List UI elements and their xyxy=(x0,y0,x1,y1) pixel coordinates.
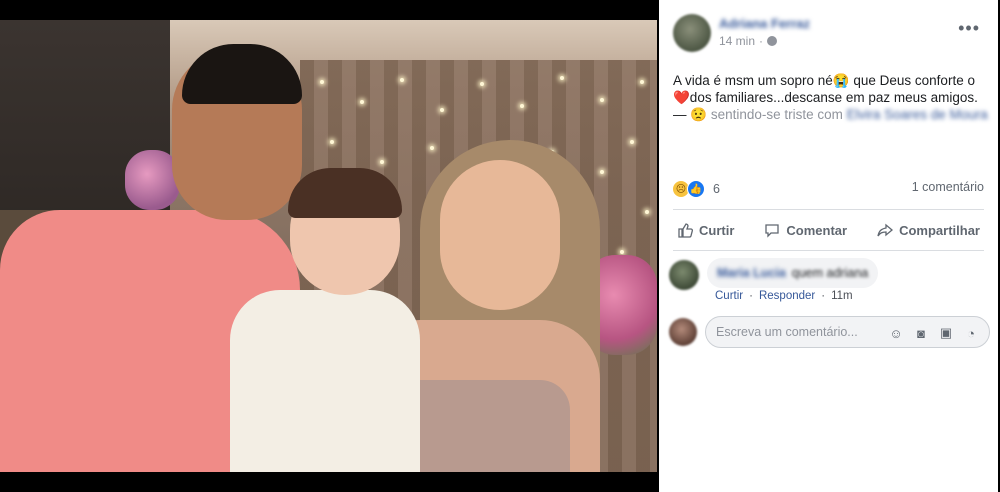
comment-actions: Curtir · Responder · 11m xyxy=(715,290,853,302)
author-name[interactable]: Adriana Ferraz xyxy=(719,16,810,31)
post-actions: Curtir Comentar Compartilhar xyxy=(673,216,984,244)
comment-label: Comentar xyxy=(786,222,848,238)
share-icon xyxy=(877,223,894,237)
thumbs-up-icon xyxy=(678,223,693,238)
current-user-avatar xyxy=(669,318,697,346)
separator: · xyxy=(749,290,753,302)
globe-icon[interactable] xyxy=(767,36,778,46)
author-avatar[interactable] xyxy=(673,14,711,52)
comment-input-placeholder: Escreva um comentário... xyxy=(716,325,858,339)
feeling-emoji-icon: 😟 xyxy=(690,107,708,122)
comment-reply-link[interactable]: Responder xyxy=(759,290,815,302)
post-text: A vida é msm um sopro né😭 que Deus confo… xyxy=(673,72,988,123)
commenter-avatar[interactable] xyxy=(669,260,699,290)
post-photo[interactable] xyxy=(0,20,657,472)
person-baby-dress xyxy=(230,290,420,472)
like-reaction-icon: 👍 xyxy=(687,180,705,198)
more-icon[interactable]: ••• xyxy=(958,18,980,39)
comment-composer: Escreva um comentário... ☺ ◙ ▣ ◔ xyxy=(669,314,990,350)
comment-button[interactable]: Comentar xyxy=(760,222,851,238)
share-button[interactable]: Compartilhar xyxy=(873,222,984,238)
reactions-summary[interactable]: ☹ 👍 6 xyxy=(673,180,720,198)
post-stats: ☹ 👍 6 1 comentário xyxy=(673,180,984,200)
person-man-hair xyxy=(182,44,302,104)
person-woman-face xyxy=(440,160,560,310)
divider xyxy=(673,209,984,210)
comment-input[interactable]: Escreva um comentário... ☺ ◙ ▣ ◔ xyxy=(705,316,990,348)
share-label: Compartilhar xyxy=(899,222,980,238)
post-timestamp[interactable]: 14 min xyxy=(719,34,755,48)
person-baby-hair xyxy=(288,168,402,218)
post-meta: 14 min · xyxy=(719,34,778,48)
comment-text: quem adriana xyxy=(791,266,869,280)
emoji-icon[interactable]: ☺ xyxy=(888,325,904,341)
comments-count[interactable]: 1 comentário xyxy=(912,180,984,194)
post-header: Adriana Ferraz 14 min · ••• xyxy=(673,14,988,58)
separator: · xyxy=(821,290,826,302)
feeling-text: sentindo-se triste com xyxy=(710,107,843,122)
comment-bubble: Maria Lucia quem adriana xyxy=(707,258,879,288)
gif-icon[interactable]: ▣ xyxy=(938,325,954,341)
tagged-person[interactable]: Elvira Soares de Moura xyxy=(847,107,988,122)
commenter-name[interactable]: Maria Lucia xyxy=(717,266,786,280)
like-button[interactable]: Curtir xyxy=(673,222,738,238)
comment-item: Maria Lucia quem adriana Curtir · Respon… xyxy=(669,258,988,308)
composer-icons: ☺ ◙ ▣ ◔ xyxy=(888,325,979,341)
camera-icon[interactable]: ◙ xyxy=(913,325,929,341)
comment-icon xyxy=(765,224,780,238)
reactions-count: 6 xyxy=(713,182,720,196)
post-panel: Adriana Ferraz 14 min · ••• A vida é msm… xyxy=(659,0,998,492)
divider xyxy=(673,250,984,251)
sticker-icon[interactable]: ◔ xyxy=(963,325,979,341)
meta-separator: · xyxy=(759,34,764,48)
comment-like-link[interactable]: Curtir xyxy=(715,290,743,302)
comment-time[interactable]: 11m xyxy=(831,290,853,302)
like-label: Curtir xyxy=(699,222,735,238)
